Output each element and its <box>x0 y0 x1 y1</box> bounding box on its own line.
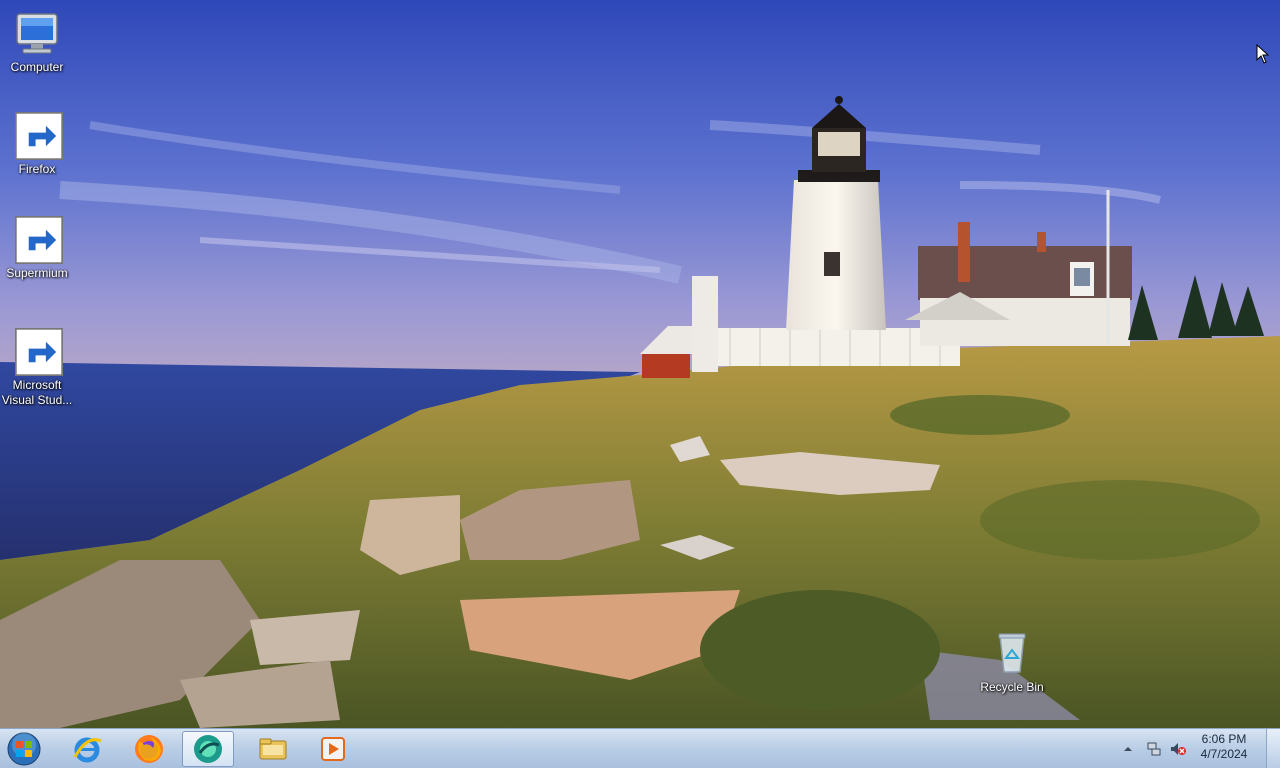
desktop-icon-label: Computer <box>10 60 64 74</box>
desktop-icon-supermium[interactable]: Supermium <box>0 216 75 281</box>
file-explorer-icon <box>259 738 287 760</box>
firefox-icon <box>135 735 163 763</box>
desktop[interactable]: Computer Firefox Supermium Microsoft Vis… <box>0 0 1280 768</box>
start-button[interactable] <box>4 730 44 768</box>
computer-icon <box>13 10 61 58</box>
network-icon[interactable] <box>1146 741 1162 757</box>
shortcut-arrow-icon <box>15 112 63 160</box>
show-hidden-icons-arrow[interactable] <box>1120 741 1136 757</box>
recycle-bin-icon <box>988 630 1036 678</box>
system-tray: 6:06 PM 4/7/2024 <box>1120 729 1280 768</box>
firefox-icon <box>13 112 63 160</box>
taskbar-firefox[interactable] <box>124 731 174 767</box>
mouse-cursor-icon <box>1256 44 1270 64</box>
desktop-wallpaper <box>0 0 1280 728</box>
clock-time: 6:06 PM <box>1201 732 1247 746</box>
taskbar-media-player[interactable] <box>308 731 358 767</box>
show-desktop-button[interactable] <box>1266 729 1280 768</box>
taskbar-file-explorer[interactable] <box>248 731 298 767</box>
visual-studio-icon <box>13 328 63 376</box>
clock-date: 4/7/2024 <box>1200 747 1248 761</box>
desktop-icon-label: Microsoft Visual Stud... <box>1 378 73 407</box>
shortcut-arrow-icon <box>15 216 63 264</box>
media-player-icon <box>321 737 345 761</box>
internet-explorer-icon <box>73 737 102 763</box>
desktop-icon-label: Firefox <box>18 162 56 176</box>
desktop-icon-label: Supermium <box>6 266 68 280</box>
taskbar-internet-explorer[interactable] <box>62 731 112 767</box>
volume-muted-icon[interactable] <box>1170 741 1186 757</box>
desktop-icon-firefox[interactable]: Firefox <box>0 112 75 177</box>
taskbar[interactable]: 6:06 PM 4/7/2024 <box>0 728 1280 768</box>
shortcut-arrow-icon <box>15 328 63 376</box>
supermium-icon <box>194 735 222 763</box>
supermium-icon <box>13 216 63 264</box>
taskbar-clock[interactable]: 6:06 PM 4/7/2024 <box>1194 732 1254 762</box>
desktop-icon-recycle-bin[interactable]: Recycle Bin <box>974 630 1050 695</box>
taskbar-supermium[interactable] <box>182 731 234 767</box>
desktop-icon-computer[interactable]: Computer <box>0 10 75 75</box>
windows-orb-icon <box>7 732 41 766</box>
desktop-icon-visual-studio[interactable]: Microsoft Visual Stud... <box>0 328 75 408</box>
desktop-icon-label: Recycle Bin <box>980 680 1044 694</box>
